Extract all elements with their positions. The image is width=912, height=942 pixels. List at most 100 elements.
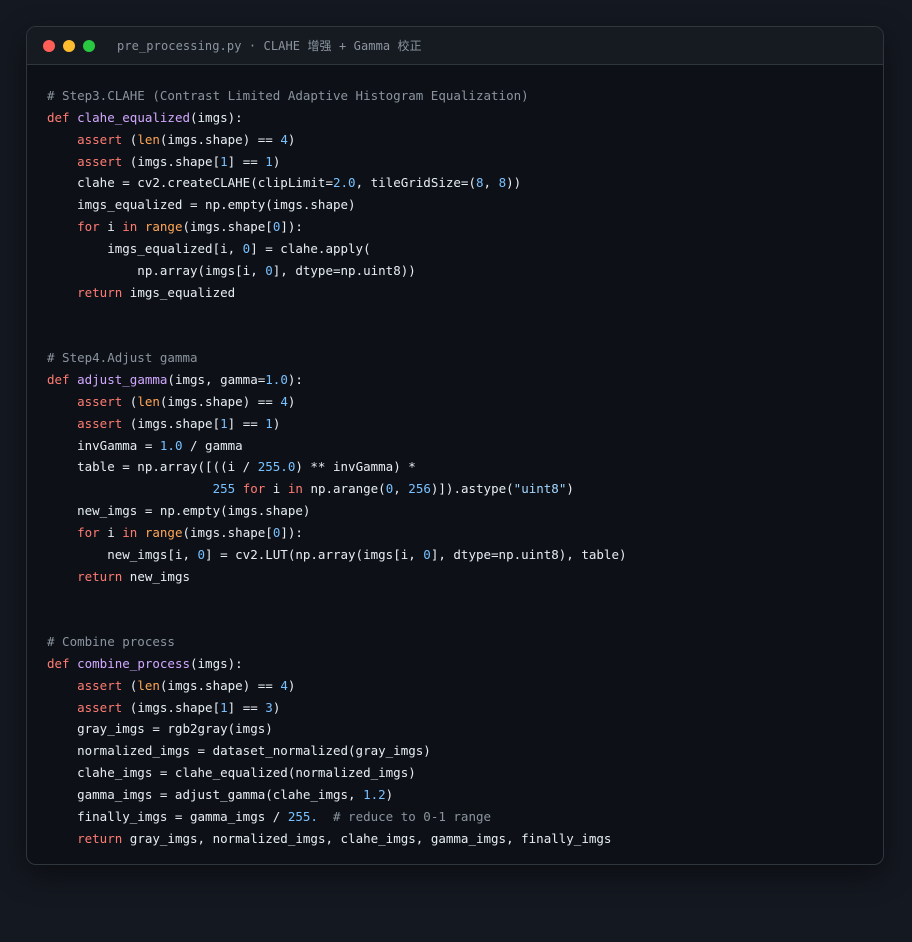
code-token: (imgs.shape) == [159, 131, 281, 147]
code-line: assert (len(imgs.shape) == 4) [47, 675, 883, 697]
code-token: len [137, 677, 160, 693]
code-token: np.array(imgs[i, [47, 262, 266, 278]
code-token: table = np.array([((i / [47, 459, 258, 475]
close-icon[interactable] [43, 39, 55, 52]
code-token: (imgs): [190, 655, 243, 671]
code-token: assert [77, 131, 130, 147]
code-token: 8 [498, 175, 507, 191]
code-token: ]): [280, 219, 303, 235]
code-line: def combine_process(imgs): [47, 653, 883, 675]
code-token: clahe = cv2.createCLAHE(clipLimit= [47, 175, 333, 191]
code-line: for i in range(imgs.shape[0]): [47, 522, 883, 544]
code-token: assert [77, 153, 130, 169]
code-token: 255.0 [257, 459, 296, 475]
code-line: invGamma = 1.0 / gamma [47, 435, 883, 457]
code-token: # Step4.Adjust gamma [47, 350, 198, 366]
code-token: invGamma = [47, 437, 160, 453]
code-token: (imgs.shape[ [182, 524, 273, 540]
code-token: )]).astype( [430, 481, 514, 497]
code-line: imgs_equalized[i, 0] = clahe.apply( [47, 238, 883, 260]
code-token: new_imgs [129, 568, 191, 584]
code-block: # Step3.CLAHE (Contrast Limited Adaptive… [27, 65, 883, 850]
code-token: ) [272, 153, 281, 169]
code-token: imgs_equalized[i, [47, 240, 243, 256]
code-token: for [77, 524, 108, 540]
code-line: finally_imgs = gamma_imgs / 255. # reduc… [47, 806, 883, 828]
code-token: "uint8" [513, 481, 567, 497]
code-token: gamma_imgs = adjust_gamma(clahe_imgs, [47, 787, 364, 802]
code-token: ], dtype=np.uint8), table) [430, 546, 627, 562]
code-token: ]): [280, 524, 303, 540]
code-line: assert (imgs.shape[1] == 1) [47, 413, 883, 435]
code-token: (imgs): [190, 109, 243, 125]
code-token: ) ** invGamma) * [295, 459, 416, 475]
code-token: imgs_equalized [129, 284, 236, 300]
code-token: 255. [287, 808, 318, 824]
code-token: def [47, 371, 78, 387]
code-token: return [77, 830, 130, 846]
code-token: for [242, 481, 273, 497]
code-token: 255 [212, 481, 243, 497]
code-token: )) [506, 175, 522, 191]
code-token: 2.0 [332, 175, 356, 191]
code-token: new_imgs = np.empty(imgs.shape) [47, 503, 311, 519]
code-line: gray_imgs = rgb2gray(imgs) [47, 718, 883, 740]
code-line: # Combine process [47, 631, 883, 653]
code-token: ] == [227, 699, 266, 715]
code-line: # Step4.Adjust gamma [47, 347, 883, 369]
code-line: clahe = cv2.createCLAHE(clipLimit=2.0, t… [47, 172, 883, 194]
code-token: ) [566, 481, 574, 497]
code-token: ] == [227, 153, 266, 169]
code-token: ) [287, 131, 296, 147]
code-token: # reduce to 0-1 range [317, 808, 492, 824]
code-token: (imgs.shape[ [129, 415, 221, 431]
code-line: new_imgs = np.empty(imgs.shape) [47, 500, 883, 522]
code-token: 1.0 [265, 371, 288, 387]
code-line: np.array(imgs[i, 0], dtype=np.uint8)) [47, 260, 883, 282]
code-token: (imgs.shape[ [129, 699, 221, 715]
code-token: len [137, 393, 160, 409]
code-token: 1 [220, 153, 228, 169]
code-token: (imgs.shape) == [159, 393, 281, 409]
code-token: 0 [423, 546, 431, 562]
code-token: adjust_gamma [77, 371, 168, 387]
code-token: gray_imgs = rgb2gray(imgs) [47, 721, 273, 737]
code-token: in [122, 219, 145, 235]
code-token: range [144, 219, 183, 235]
code-token: 0 [265, 262, 273, 278]
code-token: assert [77, 677, 130, 693]
code-token: clahe_equalized [77, 109, 190, 125]
code-token: , tileGridSize=( [355, 175, 476, 191]
code-token: imgs_equalized = np.empty(imgs.shape) [47, 197, 356, 213]
code-token: normalized_imgs = dataset_normalized(gra… [47, 743, 431, 759]
code-token: , [393, 481, 409, 497]
code-line: assert (imgs.shape[1] == 3) [47, 697, 883, 719]
maximize-icon[interactable] [83, 39, 95, 52]
minimize-icon[interactable] [63, 39, 75, 52]
code-window: pre_processing.py · CLAHE 增强 + Gamma 校正 … [26, 26, 884, 865]
code-token: 3 [265, 699, 273, 715]
code-token: in [287, 481, 311, 497]
code-token: ) [272, 415, 281, 431]
code-line: return gray_imgs, normalized_imgs, clahe… [47, 828, 883, 850]
code-token: in [122, 524, 145, 540]
code-token: ) [287, 677, 296, 693]
code-line: for i in range(imgs.shape[0]): [47, 216, 883, 238]
code-token: return [77, 284, 130, 300]
code-token: def [47, 109, 78, 125]
code-token: 8 [475, 175, 484, 191]
code-token: new_imgs[i, [47, 546, 198, 562]
code-line: gamma_imgs = adjust_gamma(clahe_imgs, 1.… [47, 784, 883, 806]
code-token: finally_imgs = gamma_imgs / [47, 808, 288, 824]
code-line: return new_imgs [47, 566, 883, 588]
